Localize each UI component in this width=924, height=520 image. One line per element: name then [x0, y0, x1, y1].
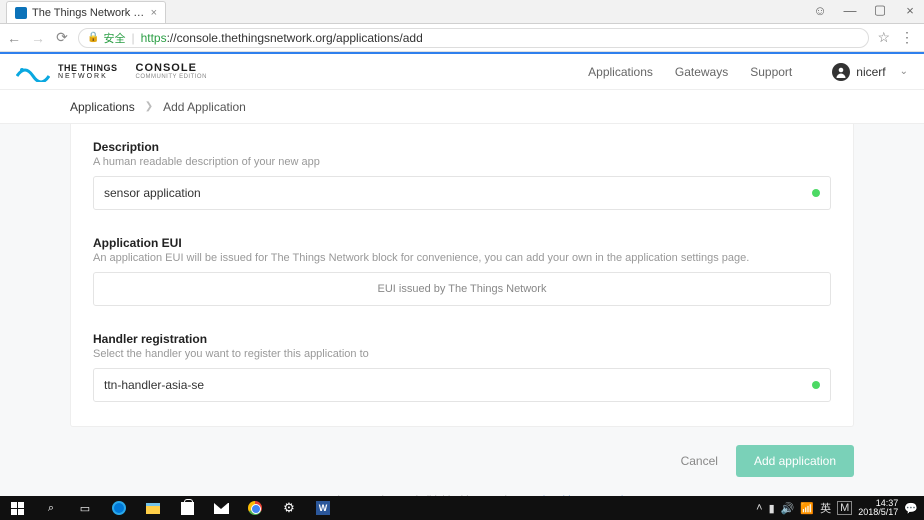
browser-menu-icon[interactable]: ⋮ — [900, 29, 914, 46]
edge-icon[interactable] — [102, 496, 136, 520]
breadcrumb: Applications ❯ Add Application — [0, 90, 924, 124]
footer-link[interactable]: The Things Network — [537, 495, 626, 496]
chevron-right-icon: ❯ — [145, 101, 153, 112]
url-path: ://console.thethingsnetwork.org/applicat… — [167, 31, 423, 45]
taskbar-clock[interactable]: 14:37 2018/5/17 — [858, 499, 898, 517]
file-explorer-icon[interactable] — [136, 496, 170, 520]
valid-indicator-icon — [812, 381, 820, 389]
brand-line1: THE THINGS — [58, 64, 118, 73]
mail-icon[interactable] — [204, 496, 238, 520]
console-title: CONSOLE — [136, 63, 207, 74]
avatar-icon — [832, 63, 850, 81]
browser-tab-bar: The Things Network Co × ☺ — ▢ × — [0, 0, 924, 24]
window-minimize-icon[interactable]: — — [842, 3, 858, 18]
console-subtitle: COMMUNITY EDITION — [136, 74, 207, 80]
clock-date: 2018/5/17 — [858, 508, 898, 517]
settings-gear-icon[interactable]: ⚙ — [272, 496, 306, 520]
user-name: nicerf — [856, 65, 885, 79]
windows-taskbar: ⌕ ▭ ⚙ W ˄ ▮ 🔊 📶 英 M 14:37 2018/5/17 💬 — [0, 496, 924, 520]
ime-lang[interactable]: 英 — [820, 500, 831, 516]
eui-help: An application EUI will be issued for Th… — [93, 252, 831, 264]
lock-icon: 🔒 — [87, 32, 99, 43]
breadcrumb-root[interactable]: Applications — [70, 100, 135, 114]
handler-value: ttn-handler-asia-se — [104, 378, 204, 392]
page-body: Description A human readable description… — [0, 124, 924, 496]
nav-applications[interactable]: Applications — [588, 65, 653, 79]
url-field[interactable]: 🔒 安全 | https://console.thethingsnetwork.… — [78, 28, 869, 48]
description-label: Description — [93, 140, 831, 154]
store-icon[interactable] — [170, 496, 204, 520]
browser-tab[interactable]: The Things Network Co × — [6, 1, 166, 23]
handler-select[interactable]: ttn-handler-asia-se — [93, 368, 831, 402]
word-icon[interactable]: W — [306, 496, 340, 520]
tray-volume-icon[interactable]: 🔊 — [781, 502, 795, 515]
valid-indicator-icon — [812, 189, 820, 197]
handler-help: Select the handler you want to register … — [93, 348, 831, 360]
brand-line2: NETWORK — [58, 73, 118, 80]
chevron-down-icon: ⌄ — [900, 66, 908, 77]
ime-mode[interactable]: M — [837, 501, 852, 515]
add-application-button[interactable]: Add application — [736, 445, 854, 477]
nav-forward-icon: → — [30, 30, 46, 46]
browser-url-bar: ← → ⟳ 🔒 安全 | https://console.thethingsne… — [0, 24, 924, 52]
wave-icon — [16, 62, 50, 82]
footer-note: You are the network. Let's build this th… — [0, 495, 924, 496]
tab-title: The Things Network Co — [32, 7, 145, 19]
start-button[interactable] — [0, 496, 34, 520]
task-view-icon[interactable]: ▭ — [68, 496, 102, 520]
eui-label: Application EUI — [93, 236, 831, 250]
description-input-wrap — [93, 176, 831, 210]
handler-label: Handler registration — [93, 332, 831, 346]
app-header: THE THINGS NETWORK CONSOLE COMMUNITY EDI… — [0, 54, 924, 90]
cancel-button[interactable]: Cancel — [681, 454, 718, 468]
description-help: A human readable description of your new… — [93, 156, 831, 168]
description-input[interactable] — [104, 186, 820, 200]
window-maximize-icon[interactable]: ▢ — [872, 2, 888, 18]
eui-readonly-box: EUI issued by The Things Network — [93, 272, 831, 306]
url-protocol: https — [141, 31, 167, 45]
description-field: Description A human readable description… — [93, 140, 831, 210]
form-card: Description A human readable description… — [70, 124, 854, 427]
tray-network-icon[interactable]: ▮ — [769, 502, 775, 515]
tab-favicon — [15, 7, 27, 19]
brand-logo[interactable]: THE THINGS NETWORK CONSOLE COMMUNITY EDI… — [16, 62, 207, 82]
nav-reload-icon[interactable]: ⟳ — [54, 29, 70, 46]
user-menu[interactable]: nicerf ⌄ — [832, 63, 908, 81]
nav-support[interactable]: Support — [750, 65, 792, 79]
chrome-icon[interactable] — [238, 496, 272, 520]
secure-label: 安全 — [103, 30, 125, 46]
tray-wifi-icon[interactable]: 📶 — [800, 502, 814, 515]
nav-gateways[interactable]: Gateways — [675, 65, 728, 79]
breadcrumb-current: Add Application — [163, 100, 246, 114]
form-actions: Cancel Add application — [70, 445, 854, 477]
bookmark-star-icon[interactable]: ☆ — [877, 29, 890, 46]
taskbar-search-icon[interactable]: ⌕ — [34, 496, 68, 520]
tray-chevron-icon[interactable]: ˄ — [756, 502, 762, 514]
handler-field: Handler registration Select the handler … — [93, 332, 831, 402]
profile-icon[interactable]: ☺ — [812, 3, 828, 18]
window-close-icon[interactable]: × — [902, 3, 918, 18]
tab-close-icon[interactable]: × — [151, 7, 157, 19]
eui-field: Application EUI An application EUI will … — [93, 236, 831, 306]
nav-back-icon[interactable]: ← — [6, 30, 22, 46]
notifications-icon[interactable]: 💬 — [904, 502, 918, 515]
